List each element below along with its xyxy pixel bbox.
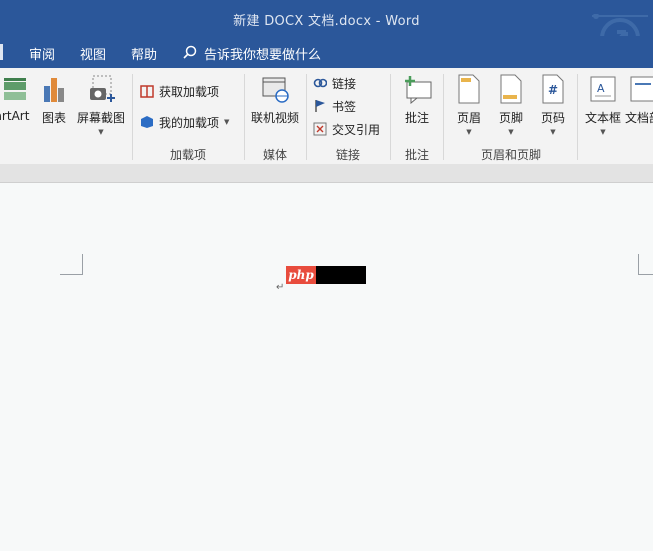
- comment-label: 批注: [404, 111, 429, 125]
- textbox-button[interactable]: A 文本框 ▼: [582, 74, 624, 136]
- page-number-label: 页码: [540, 111, 565, 125]
- page-number-button[interactable]: # 页码 ▼: [536, 74, 570, 136]
- search-icon: [183, 45, 197, 59]
- cross-reference-button[interactable]: 交叉引用: [313, 119, 380, 139]
- textbox-icon: A: [589, 74, 617, 104]
- chart-button[interactable]: 图表: [38, 74, 70, 126]
- bookmark-label: 书签: [332, 99, 357, 114]
- ruler-band: [0, 164, 653, 183]
- link-button[interactable]: 链接: [313, 73, 356, 93]
- my-addins-button[interactable]: 我的加载项 ▼: [140, 112, 229, 132]
- quick-parts-button[interactable]: 文档部: [625, 74, 653, 126]
- watermark-logo: php: [286, 266, 366, 284]
- footer-button[interactable]: 页脚 ▼: [494, 74, 528, 136]
- margin-corner-right: [638, 254, 653, 275]
- chevron-down-icon: ▼: [550, 128, 556, 136]
- get-addins-label: 获取加载项: [159, 84, 220, 99]
- group-label-addins: 加载项: [169, 148, 206, 162]
- chevron-down-icon: ▼: [224, 118, 230, 126]
- cross-reference-icon: [313, 122, 327, 136]
- watermark-php-text: php: [286, 266, 316, 284]
- my-addins-label: 我的加载项: [159, 115, 220, 130]
- group-label-links: 链接: [335, 148, 360, 162]
- video-icon: [261, 74, 289, 104]
- link-label: 链接: [332, 76, 357, 91]
- screenshot-icon: [87, 74, 115, 104]
- tab-help[interactable]: 帮助: [131, 44, 157, 63]
- flag-icon: [313, 99, 327, 113]
- online-video-button[interactable]: 联机视频: [248, 74, 302, 126]
- online-video-label: 联机视频: [250, 111, 299, 125]
- tell-me-search[interactable]: 告诉我你想要做什么: [204, 44, 321, 63]
- comment-icon: [403, 74, 432, 105]
- document-area[interactable]: [0, 183, 653, 551]
- window-title: 新建 DOCX 文档.docx - Word: [233, 14, 420, 29]
- chevron-down-icon: ▼: [466, 128, 472, 136]
- header-icon: [455, 74, 483, 104]
- chart-label: 图表: [41, 111, 66, 125]
- group-separator: [244, 74, 245, 160]
- get-addins-button[interactable]: 获取加载项: [140, 81, 219, 101]
- margin-corner-left: [60, 254, 83, 275]
- group-label-header-footer: 页眉和页脚: [480, 148, 541, 162]
- chevron-down-icon: ▼: [508, 128, 514, 136]
- quick-parts-label: 文档部: [625, 111, 653, 125]
- header-label: 页眉: [456, 111, 481, 125]
- svg-text:A: A: [597, 82, 605, 95]
- group-separator: [132, 74, 133, 160]
- screenshot-button[interactable]: 屏幕截图 ▼: [76, 74, 126, 136]
- title-bar: 新建 DOCX 文档.docx - Word: [0, 0, 653, 58]
- smartart-label: artArt: [0, 109, 30, 123]
- link-icon: [313, 76, 328, 90]
- quick-parts-icon: [629, 74, 653, 104]
- smartart-button[interactable]: artArt: [0, 74, 32, 123]
- cross-reference-label: 交叉引用: [332, 122, 381, 137]
- group-label-media: 媒体: [262, 148, 287, 162]
- chevron-down-icon: ▼: [600, 128, 606, 136]
- group-separator: [443, 74, 444, 160]
- comment-button[interactable]: 批注: [398, 74, 436, 126]
- chart-icon: [40, 74, 68, 104]
- ribbon-tabs: 审阅 视图 帮助 告诉我你想要做什么: [0, 36, 653, 68]
- tab-left-edge[interactable]: [0, 44, 3, 60]
- tab-view[interactable]: 视图: [80, 44, 106, 63]
- svg-text:#: #: [548, 83, 558, 97]
- group-separator: [306, 74, 307, 160]
- page-number-icon: #: [539, 74, 567, 104]
- footer-icon: [497, 74, 525, 104]
- footer-label: 页脚: [498, 111, 523, 125]
- screenshot-label: 屏幕截图: [76, 111, 125, 125]
- group-separator: [390, 74, 391, 160]
- paragraph-mark: ↵: [276, 282, 285, 293]
- group-label-comments: 批注: [404, 148, 429, 162]
- tab-review[interactable]: 审阅: [29, 44, 55, 63]
- chevron-down-icon: ▼: [98, 128, 104, 136]
- group-separator: [577, 74, 578, 160]
- store-icon: [140, 84, 154, 98]
- header-button[interactable]: 页眉 ▼: [452, 74, 486, 136]
- textbox-label: 文本框: [584, 111, 621, 125]
- smartart-icon: [0, 74, 26, 104]
- bookmark-button[interactable]: 书签: [313, 96, 356, 116]
- cube-icon: [140, 115, 154, 129]
